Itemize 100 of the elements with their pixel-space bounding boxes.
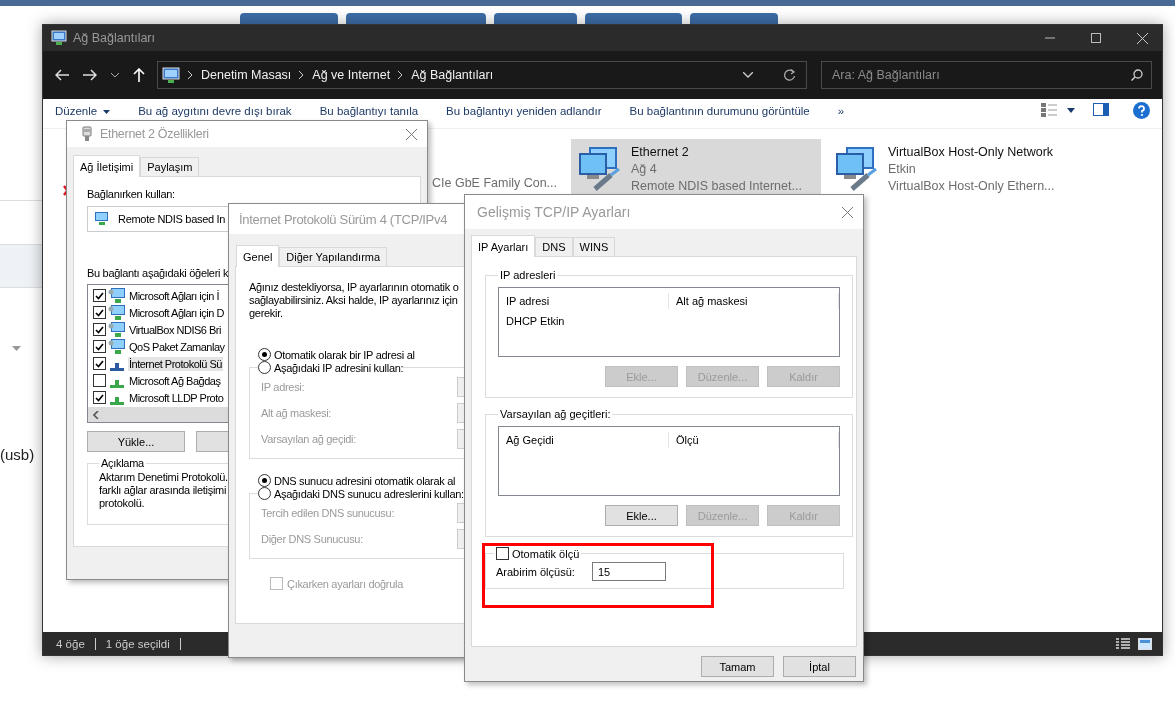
help-icon[interactable]: [1133, 102, 1150, 119]
chevron-right-icon: [398, 71, 404, 79]
group-title: Açıklama: [100, 457, 145, 469]
large-icons-view-icon[interactable]: [1138, 637, 1152, 650]
close-icon[interactable]: [1137, 32, 1148, 44]
caret-icon[interactable]: [1067, 108, 1075, 113]
dialog-button[interactable]: Ekle...: [605, 505, 678, 526]
adapter-name: Remote NDIS based In: [118, 213, 226, 225]
connection-name: Ethernet 2: [631, 145, 690, 159]
details-view-icon[interactable]: [1116, 637, 1130, 650]
dialog-button[interactable]: İptal: [783, 656, 856, 677]
radio-label[interactable]: Otomatik olarak bir IP adresi al: [274, 348, 415, 361]
radio-label[interactable]: Aşağıdaki DNS sunucu adreslerini kullan:: [274, 487, 464, 500]
refresh-icon[interactable]: [783, 68, 796, 82]
maximize-icon[interactable]: [1091, 33, 1101, 43]
radio-button[interactable]: [258, 474, 271, 487]
component-name[interactable]: Microsoft Ağları için İ: [128, 288, 220, 303]
checkbox[interactable]: [496, 547, 509, 560]
view-options-icon[interactable]: [1041, 103, 1057, 117]
component-name[interactable]: VirtualBox NDIS6 Bri: [128, 322, 222, 337]
column-header[interactable]: Ağ Geçidi: [499, 432, 669, 448]
tab[interactable]: Paylaşım: [140, 157, 200, 176]
radio-button[interactable]: [258, 487, 271, 500]
page-text: (usb): [0, 446, 36, 463]
close-icon[interactable]: [842, 206, 853, 218]
breadcrumb-item[interactable]: Ağ Bağlantıları: [411, 68, 494, 82]
column-header[interactable]: Ölçü: [669, 432, 839, 448]
description-text: Aktarım Denetimi Protokolü.: [99, 471, 228, 484]
component-name[interactable]: Microsoft Ağ Bağdaş: [128, 373, 222, 388]
install-button[interactable]: Yükle...: [87, 431, 185, 452]
breadcrumb-item[interactable]: Denetim Masası: [201, 68, 292, 82]
forward-icon[interactable]: [83, 69, 97, 81]
checkbox[interactable]: [93, 374, 106, 387]
component-name[interactable]: İnternet Protokolü Sü: [128, 356, 223, 371]
connection-device: CIe GbE Family Con...: [432, 176, 558, 190]
toolbar-command[interactable]: Düzenle: [55, 103, 111, 119]
component-name[interactable]: Microsoft LLDP Proto: [128, 390, 225, 405]
window-title: Ağ Bağlantıları: [73, 31, 155, 45]
field-label: Bağlanırken kullan:: [87, 188, 176, 200]
radio-label[interactable]: Aşağıdaki IP adresini kullan:: [274, 361, 404, 374]
preview-pane-icon[interactable]: [1093, 103, 1109, 116]
radio-button[interactable]: [258, 361, 271, 374]
description-text: protokolü.: [99, 497, 145, 510]
tab[interactable]: Ağ İletişimi: [73, 155, 141, 177]
tab[interactable]: DNS: [535, 237, 573, 256]
toolbar-command[interactable]: Bu bağlantının durumunu görüntüle: [629, 103, 810, 119]
caret-icon: [103, 109, 111, 114]
component-name[interactable]: Microsoft Ağları için D: [128, 305, 225, 320]
toolbar-command[interactable]: Bu ağ aygıtını devre dışı bırak: [138, 103, 292, 119]
checkbox[interactable]: [93, 391, 106, 404]
protocol-icon: [110, 379, 124, 388]
page-panel: [0, 244, 42, 288]
toolbar-command[interactable]: »: [837, 103, 845, 119]
connection-tile[interactable]: VirtualBox Host-Only Network Etkin VirtualBox Host-Only Ethern...: [828, 139, 1078, 199]
field-label: Arabirim ölçüsü:: [496, 565, 576, 578]
chevron-right-icon: [188, 71, 193, 79]
checkbox[interactable]: [93, 289, 106, 302]
breadcrumb-item[interactable]: Ağ ve Internet: [312, 68, 391, 82]
service-icon: [108, 338, 126, 355]
checkbox-label[interactable]: Otomatik ölçü: [512, 547, 580, 560]
intro-text: gerekir.: [249, 307, 283, 320]
radio-label[interactable]: DNS sunucu adresini otomatik olarak al: [274, 474, 456, 487]
toolbar-command[interactable]: Bu bağlantıyı tanıla: [319, 103, 419, 119]
ethernet-plug-icon: [82, 126, 92, 142]
status-text: 4 öğe: [56, 637, 96, 650]
field-label: Tercih edilen DNS sunucusu:: [261, 507, 396, 519]
field-label: IP adresi:: [261, 381, 306, 393]
address-bar[interactable]: Denetim Masası Ağ ve Internet Ağ Bağlantıları: [157, 61, 807, 89]
column-header[interactable]: Alt ağ maskesi: [669, 293, 839, 309]
back-icon[interactable]: [55, 69, 69, 81]
network-icon: [162, 66, 180, 84]
tab[interactable]: Diğer Yapılandırma: [279, 247, 388, 266]
chevron-down-icon[interactable]: [111, 72, 119, 78]
field-label: Varsayılan ağ geçidi:: [261, 433, 357, 445]
metric-field[interactable]: 15: [592, 562, 666, 581]
column-header[interactable]: IP adresi: [499, 293, 669, 309]
service-icon: [108, 321, 126, 338]
protocol-icon: [110, 396, 124, 405]
close-icon[interactable]: [406, 128, 417, 140]
dialog-title: Gelişmiş TCP/IP Ayarları: [477, 204, 631, 220]
checkbox[interactable]: [93, 306, 106, 319]
toolbar-command[interactable]: Bu bağlantıyı yeniden adlandır: [446, 103, 602, 119]
up-icon[interactable]: [133, 68, 145, 82]
search-field[interactable]: Ara: Ağ Bağlantıları: [821, 61, 1152, 89]
checkbox[interactable]: [93, 340, 106, 353]
scroll-left-icon[interactable]: [93, 410, 99, 419]
tab[interactable]: IP Ayarları: [471, 235, 536, 257]
tab[interactable]: WINS: [572, 237, 616, 256]
tab[interactable]: Genel: [236, 245, 280, 267]
list-item[interactable]: DHCP Etkin: [499, 309, 839, 327]
chevron-down-icon[interactable]: [743, 72, 753, 78]
field-label: Alt ağ maskesi:: [261, 407, 333, 419]
radio-button[interactable]: [258, 348, 271, 361]
checkbox[interactable]: [93, 357, 106, 370]
connection-name: VirtualBox Host-Only Network: [888, 145, 1055, 159]
field-label: Diğer DNS Sunucusu:: [261, 533, 364, 545]
network-icon: [51, 30, 67, 46]
dialog-button[interactable]: Tamam: [701, 656, 774, 677]
checkbox[interactable]: [93, 323, 106, 336]
component-name[interactable]: QoS Paket Zamanlay: [128, 339, 226, 354]
